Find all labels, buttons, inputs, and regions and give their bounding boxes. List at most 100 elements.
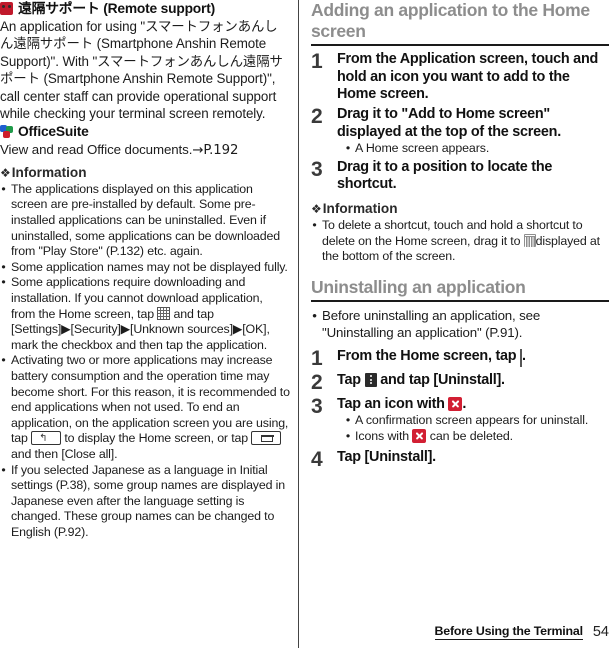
step-instruction: Drag it to "Add to Home screen" displaye… [337, 105, 561, 140]
step-note: • A Home screen appears. [345, 141, 609, 157]
step-text-part: Tap [337, 371, 365, 388]
step-item: 2 Tap and tap [Uninstall]. [311, 370, 609, 394]
step-instruction: Drag it to a position to locate the shor… [337, 158, 553, 193]
step-item: 1 From the Application screen, touch and… [311, 51, 609, 104]
page-footer: Before Using the Terminal 54 [311, 624, 609, 640]
left-column: 遠隔サポート (Remote support) An application f… [0, 0, 298, 648]
footer-page-number: 54 [592, 624, 609, 640]
step-instruction: Tap and tap [Uninstall]. [337, 372, 609, 390]
step-note: • Icons with can be deleted. [345, 428, 609, 445]
section-divider [311, 299, 609, 302]
bullet-text: Activating two or more applications may … [11, 353, 290, 462]
step-body: Drag it to a position to locate the shor… [337, 159, 609, 194]
remote-support-icon [0, 2, 13, 15]
diamond-bullet-icon: ❖ [0, 165, 11, 180]
bullet-text: To delete a shortcut, touch and hold a s… [322, 218, 609, 265]
section-divider [311, 44, 609, 47]
step-number: 2 [311, 370, 323, 394]
page-reference: →P.192 [192, 143, 239, 159]
list-item: • Some applications require downloading … [0, 275, 290, 353]
bullet-text: Before uninstalling an application, see … [322, 307, 541, 341]
bullet-dot: • [312, 307, 317, 323]
recents-key-icon [251, 431, 282, 446]
app-title-label: 遠隔サポート (Remote support) [18, 1, 215, 16]
bullet-dot: • [1, 259, 6, 274]
app-description-text: View and read Office documents. [0, 142, 193, 158]
back-key-icon: ↰ [31, 431, 62, 446]
step-body: From the Home screen, tap . [337, 348, 609, 368]
app-entry-title-officesuite: OfficeSuite [0, 123, 290, 140]
step-number: 1 [311, 50, 323, 74]
red-x-icon [448, 396, 463, 411]
information-bullet-list-left: • The applications displayed on this app… [0, 182, 290, 541]
step-instruction: Tap [Uninstall]. [337, 448, 436, 465]
step-text-part: . [462, 395, 467, 412]
list-item: • The applications displayed on this app… [0, 182, 290, 260]
step-item: 3 Drag it to a position to locate the sh… [311, 157, 609, 194]
step-note-part: can be deleted. [426, 428, 514, 443]
app-title-label: OfficeSuite [18, 124, 89, 140]
step-number: 3 [311, 157, 323, 181]
bullet-dot: • [345, 428, 351, 443]
bullet-text: Some applications require downloading an… [11, 275, 290, 353]
section-heading-add-application: Adding an application to the Home screen [311, 0, 590, 41]
step-text-part: From the Home screen, tap [337, 347, 521, 364]
overflow-menu-icon [364, 372, 377, 387]
bullet-dot: • [345, 413, 351, 428]
step-note-text: Icons with can be deleted. [355, 428, 514, 445]
red-x-icon [412, 428, 427, 443]
step-text-part: . [522, 347, 526, 364]
step-body: From the Application screen, touch and h… [337, 51, 609, 104]
bullet-dot: • [1, 462, 6, 477]
information-heading-right: ❖ Information [311, 200, 609, 217]
list-item: • If you selected Japanese as a language… [0, 463, 290, 541]
trash-icon [523, 233, 536, 247]
bullet-text-part: to display the Home screen, or tap [61, 431, 252, 446]
step-number: 2 [311, 104, 323, 128]
app-description-remote-support: An application for using "スマートフォンあんしん遠隔サ… [0, 19, 283, 122]
app-description-officesuite: View and read Office documents.→P.192 [0, 141, 290, 159]
bullet-text: The applications displayed on this appli… [11, 181, 281, 259]
app-grid-icon [157, 306, 171, 320]
step-note: • A confirmation screen appears for unin… [345, 413, 609, 429]
step-item: 3 Tap an icon with . • A confirmation sc… [311, 395, 609, 445]
information-heading-label: Information [322, 200, 398, 216]
step-note-text: A confirmation screen appears for uninst… [355, 413, 589, 428]
step-number: 4 [311, 447, 323, 471]
officesuite-icon [0, 125, 13, 139]
footer-chapter-title: Before Using the Terminal [434, 624, 583, 640]
step-item: 1 From the Home screen, tap . [311, 346, 609, 370]
step-text-part: and tap [Uninstall]. [376, 371, 505, 388]
section-heading-uninstall-application: Uninstalling an application [311, 276, 526, 297]
step-body: Tap and tap [Uninstall]. [337, 372, 609, 390]
step-item: 2 Drag it to "Add to Home screen" displa… [311, 104, 609, 157]
bullet-dot: • [1, 353, 6, 368]
step-note-text: A Home screen appears. [355, 141, 490, 156]
list-item: • To delete a shortcut, touch and hold a… [311, 218, 609, 265]
right-column: Adding an application to the Home screen… [298, 0, 609, 648]
bullet-dot: • [345, 141, 351, 156]
list-item: • Activating two or more applications ma… [0, 353, 290, 462]
app-entry-title-remote-support: 遠隔サポート (Remote support) [0, 0, 290, 17]
step-instruction: Tap an icon with . [337, 396, 609, 414]
step-body: Tap [Uninstall]. [337, 449, 609, 467]
bullet-dot: • [312, 217, 317, 232]
bullet-dot: • [1, 181, 6, 196]
app-grid-icon [520, 348, 523, 367]
information-heading-left: ❖ Information [0, 164, 290, 181]
step-note-part: Icons with [355, 428, 413, 443]
bullet-text-part: Some applications require downloading an… [11, 275, 263, 321]
bullet-text: Some application names may not be displa… [11, 259, 288, 274]
step-body: Drag it to "Add to Home screen" displaye… [337, 106, 609, 157]
bullet-dot: • [1, 275, 6, 290]
list-item: • Some application names may not be disp… [0, 260, 290, 276]
bullet-text-part: and then [Close all]. [11, 446, 118, 461]
diamond-bullet-icon: ❖ [311, 201, 322, 216]
step-number: 1 [311, 346, 323, 370]
information-heading-label: Information [11, 164, 87, 180]
step-instruction: From the Home screen, tap . [337, 348, 609, 368]
bullet-text: If you selected Japanese as a language i… [11, 462, 285, 539]
step-body: Tap an icon with . • A confirmation scre… [337, 396, 609, 445]
step-item: 4 Tap [Uninstall]. [311, 447, 609, 471]
manual-page: 遠隔サポート (Remote support) An application f… [0, 0, 609, 648]
